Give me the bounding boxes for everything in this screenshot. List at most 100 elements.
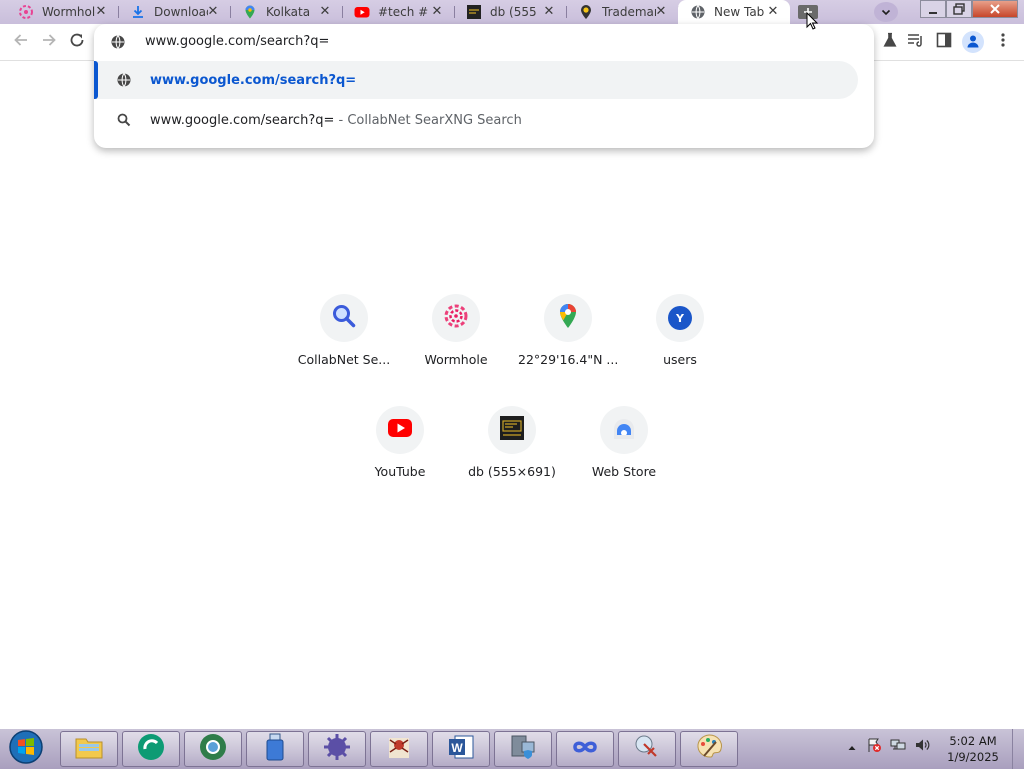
image-thumb-icon [499, 415, 525, 445]
shortcut-users[interactable]: Y users [630, 294, 730, 394]
minimize-icon [928, 0, 938, 19]
shortcut-collabnet[interactable]: CollabNet Se... [294, 294, 394, 394]
restore-button[interactable] [946, 0, 972, 18]
tab-new-tab[interactable]: New Tab ✕ [678, 0, 790, 24]
svg-text:W: W [451, 741, 463, 755]
close-icon [989, 0, 1001, 19]
taskbar-word[interactable]: W [432, 731, 490, 767]
close-window-button[interactable] [972, 0, 1018, 18]
taskbar-network-computer[interactable] [494, 731, 552, 767]
youtube-icon [387, 418, 413, 442]
taskbar-virus-app[interactable] [308, 731, 366, 767]
shortcut-youtube[interactable]: YouTube [350, 406, 450, 506]
kebab-menu-icon [1001, 32, 1005, 52]
taskbar-clock[interactable]: 5:02 AM 1/9/2025 [940, 733, 1006, 765]
shortcut-label: Wormhole [424, 352, 488, 367]
shortcut-db-image[interactable]: db (555×691) [462, 406, 562, 506]
network-icon [890, 737, 906, 757]
close-icon[interactable]: ✕ [318, 5, 332, 19]
globe-icon [690, 4, 706, 20]
youtube-icon [354, 4, 370, 20]
tab-strip: Wormhole ✕ Downloads ✕ Kolkata ✕ #tech #… [0, 0, 1024, 24]
taskbar-explorer[interactable] [60, 731, 118, 767]
tab-db-image[interactable]: db (555 ✕ [454, 0, 567, 24]
tray-volume[interactable] [914, 739, 930, 755]
taskbar-app-green-circle[interactable] [122, 731, 180, 767]
tray-network[interactable] [890, 739, 906, 755]
suggestion-engine: - CollabNet SearXNG Search [334, 112, 522, 128]
close-icon[interactable]: ✕ [542, 5, 556, 19]
menu-button[interactable] [993, 32, 1013, 52]
clock-date: 1/9/2025 [947, 750, 999, 764]
address-input[interactable]: www.google.com/search?q= [145, 34, 329, 49]
start-button[interactable] [4, 729, 48, 769]
omnibox-dropdown: www.google.com/search?q= www.google.com/… [94, 24, 874, 148]
shortcut-label: db (555×691) [468, 464, 556, 479]
close-icon[interactable]: ✕ [766, 5, 780, 19]
taskbar-usb-tool[interactable] [246, 731, 304, 767]
shortcut-tile [432, 294, 480, 342]
tab-title: Kolkata [266, 5, 311, 19]
shortcut-maps-location[interactable]: 22°29'16.4"N ... [518, 294, 618, 394]
shortcut-wormhole[interactable]: Wormhole [406, 294, 506, 394]
profile-button[interactable] [962, 31, 984, 53]
scissors-icon [632, 732, 662, 766]
close-icon[interactable]: ✕ [430, 5, 444, 19]
shortcut-tile [488, 406, 536, 454]
shortcut-label: 22°29'16.4"N ... [518, 352, 618, 367]
triangle-up-icon [847, 738, 857, 757]
taskbar-chrome[interactable] [184, 731, 242, 767]
reload-button[interactable] [65, 30, 89, 54]
reading-list-button[interactable] [906, 32, 926, 52]
reload-icon [68, 31, 86, 53]
search-icon [116, 112, 132, 128]
taskbar-paint-app[interactable] [370, 731, 428, 767]
side-panel-button[interactable] [934, 32, 954, 52]
maps-pin-icon [242, 4, 258, 20]
back-button[interactable] [9, 30, 33, 54]
tab-wormhole[interactable]: Wormhole ✕ [6, 0, 119, 24]
person-icon [966, 33, 980, 52]
taskbar-snipping-tool[interactable] [618, 731, 676, 767]
tab-youtube[interactable]: #tech # ✕ [342, 0, 455, 24]
forward-button[interactable] [37, 30, 61, 54]
suggestion-text: www.google.com/search?q= - CollabNet Sea… [150, 113, 522, 128]
close-icon[interactable]: ✕ [206, 5, 220, 19]
suggestion-url[interactable]: www.google.com/search?q= [94, 61, 858, 99]
labs-button[interactable] [880, 32, 900, 52]
taskbar-infinity-app[interactable] [556, 731, 614, 767]
show-desktop-button[interactable] [1012, 729, 1024, 769]
tab-kolkata[interactable]: Kolkata ✕ [230, 0, 343, 24]
shortcut-label: users [663, 352, 697, 367]
globe-icon [110, 34, 126, 54]
tab-downloads[interactable]: Downloads ✕ [118, 0, 231, 24]
tray-action-center[interactable] [866, 737, 882, 757]
flask-icon [882, 32, 898, 52]
tab-search-button[interactable] [874, 2, 898, 22]
tab-title: Downloads [154, 5, 208, 19]
shortcut-web-store[interactable]: Web Store [574, 406, 674, 506]
image-thumb-icon [466, 4, 482, 20]
flag-warning-icon [866, 737, 882, 757]
taskbar-paint[interactable] [680, 731, 738, 767]
shortcut-label: Web Store [591, 464, 657, 479]
arrow-right-icon [40, 31, 58, 53]
speaker-icon [914, 737, 930, 757]
webstore-icon [611, 415, 637, 445]
tab-trademark[interactable]: Trademark ✕ [566, 0, 679, 24]
close-icon[interactable]: ✕ [654, 5, 668, 19]
side-panel-icon [936, 32, 952, 52]
minimize-button[interactable] [920, 0, 946, 18]
close-icon[interactable]: ✕ [94, 5, 108, 19]
tray-show-hidden-button[interactable] [844, 739, 860, 755]
suggestion-search[interactable]: www.google.com/search?q= - CollabNet Sea… [94, 101, 858, 139]
magnifier-icon [331, 303, 357, 333]
tab-title: Wormhole [42, 5, 96, 19]
maps-pin-icon [558, 303, 578, 333]
address-bar[interactable]: www.google.com/search?q= [94, 24, 874, 60]
chevron-down-icon [880, 3, 892, 22]
playlist-icon [907, 32, 925, 52]
browser-globe-icon [198, 732, 228, 766]
suggestion-text: www.google.com/search?q= [150, 72, 357, 88]
windows-logo-icon [8, 729, 44, 769]
